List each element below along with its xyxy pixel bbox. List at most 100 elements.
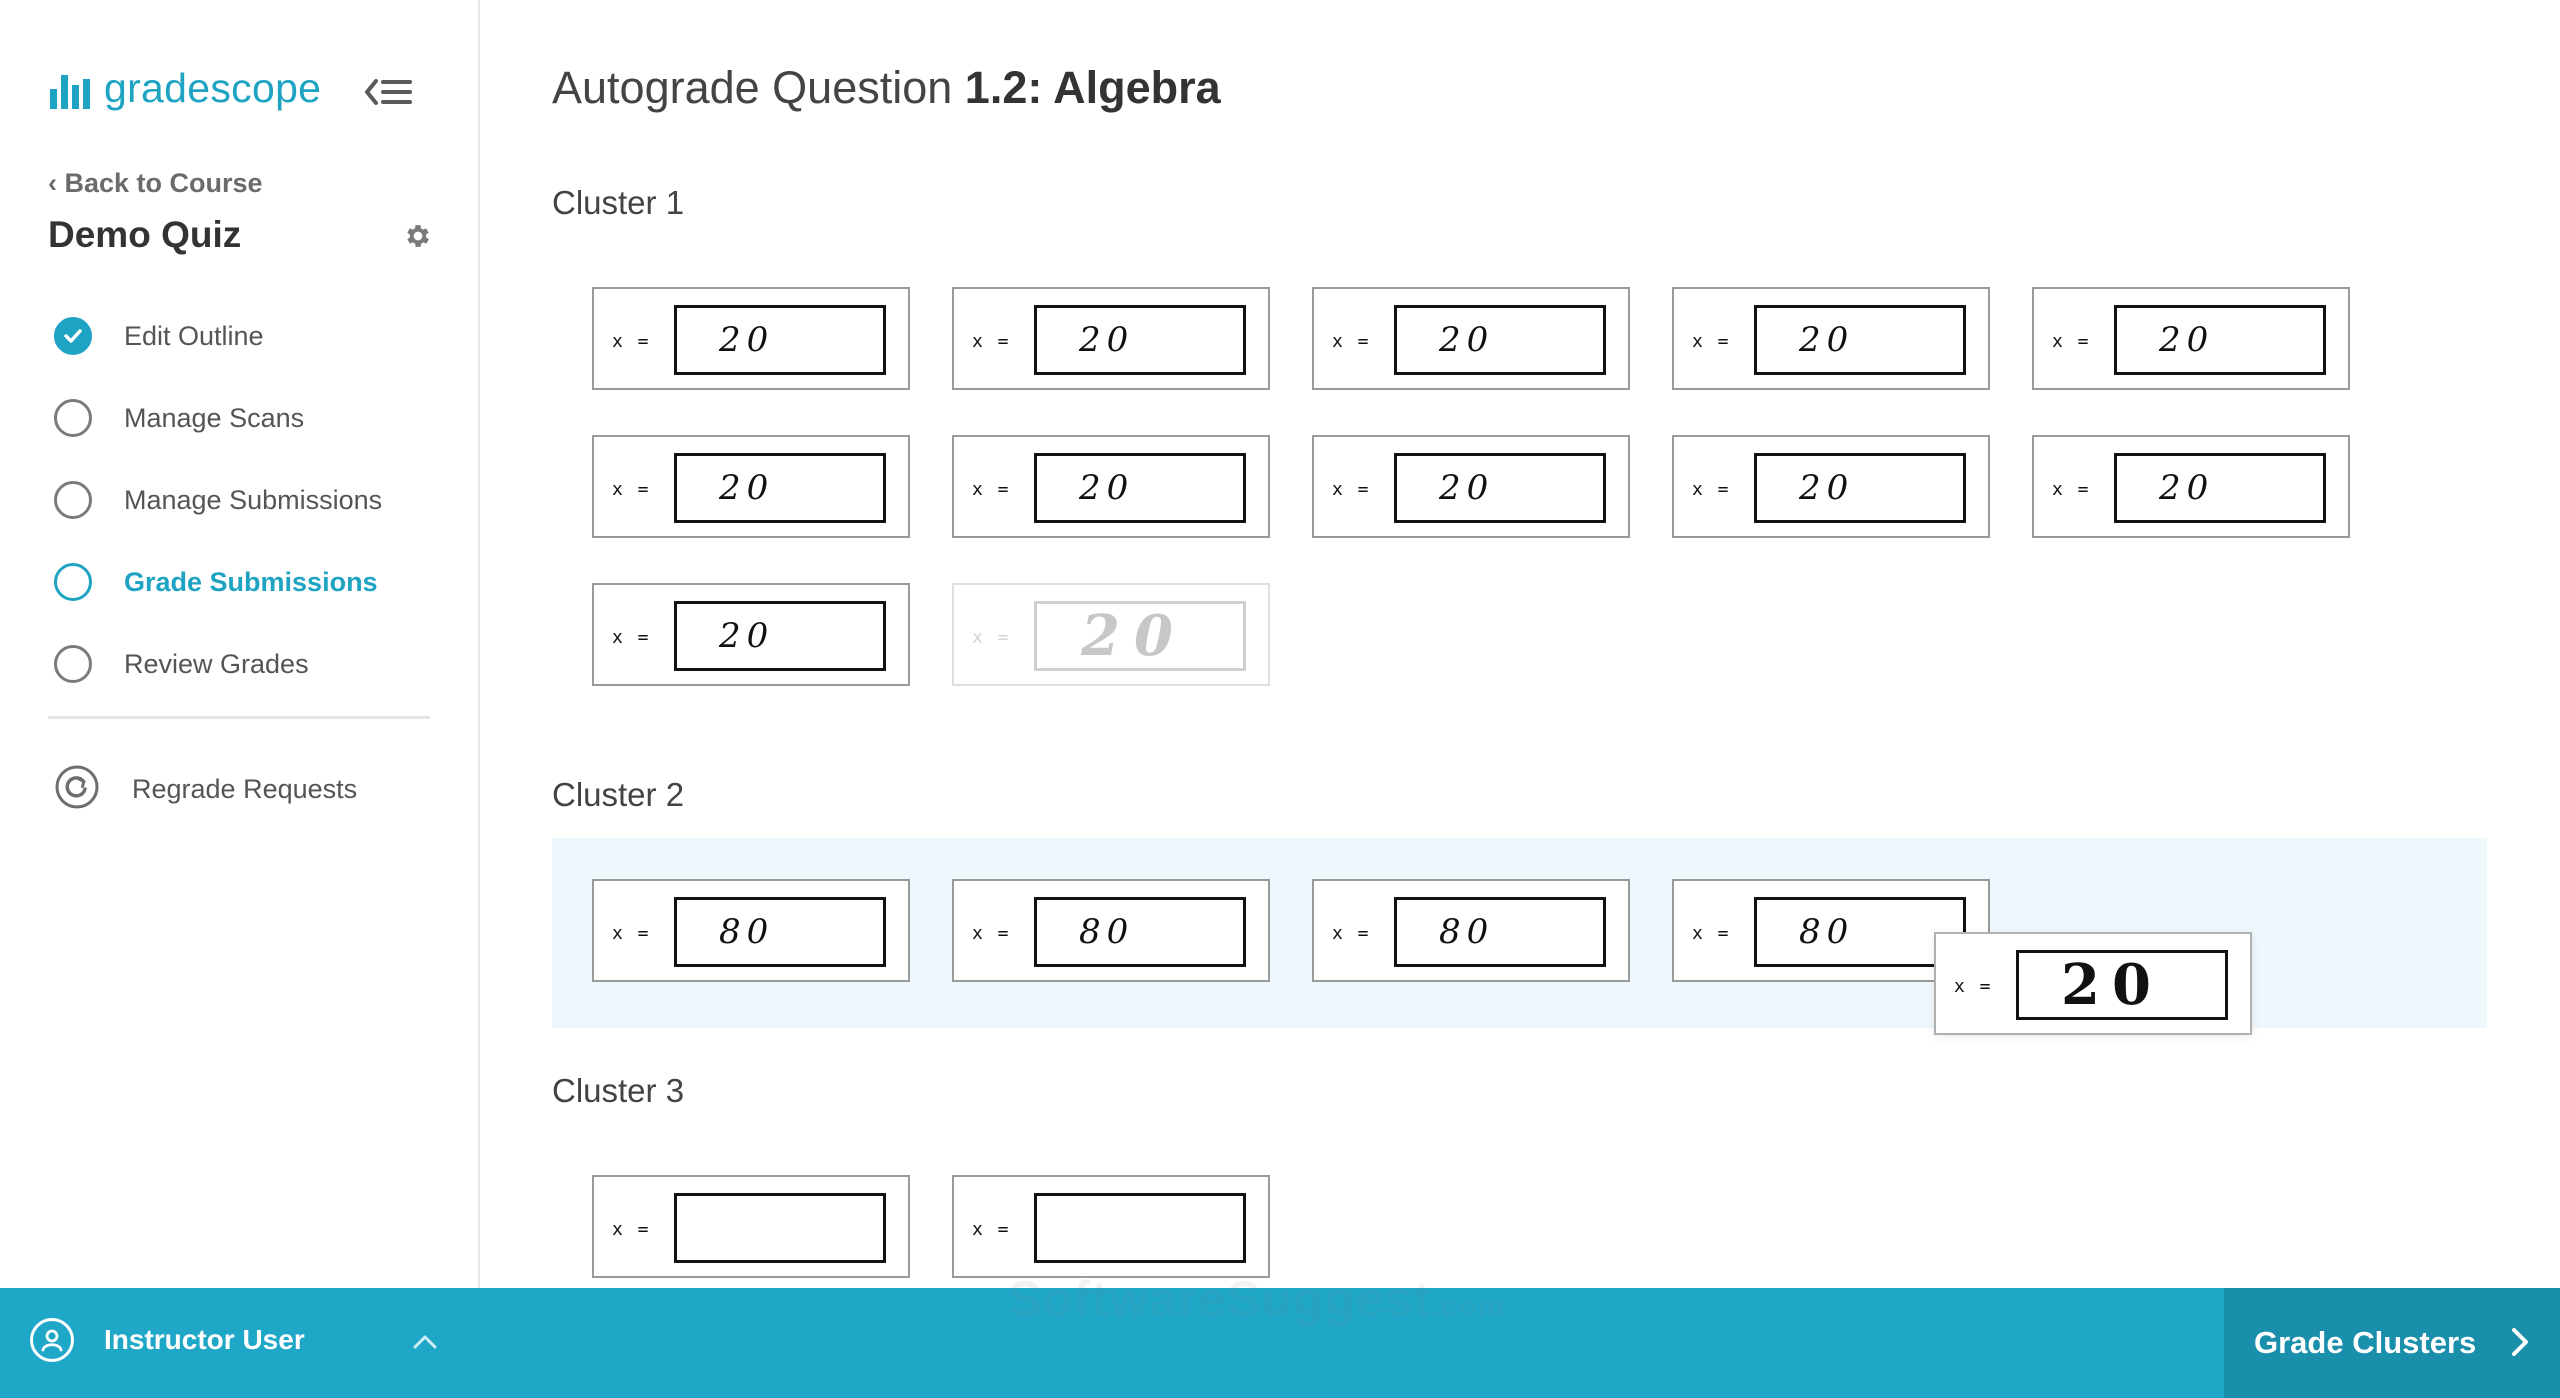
handwritten-answer: 20	[1079, 468, 1135, 508]
nav-divider	[48, 716, 430, 719]
answer-card[interactable]: x =	[592, 1175, 910, 1278]
answer-label: x =	[612, 1219, 651, 1240]
handwritten-answer: 20	[1439, 320, 1495, 360]
answer-box: 20	[674, 453, 886, 523]
handwritten-answer: 20	[719, 616, 775, 656]
handwritten-answer	[1037, 1196, 1243, 1260]
answer-label: x =	[1332, 479, 1371, 500]
step-circle-active-icon	[54, 563, 92, 601]
nav-item-grade-submissions[interactable]: Grade Submissions	[54, 541, 454, 623]
handwritten-answer: 20	[1439, 468, 1495, 508]
handwritten-answer: 20	[1799, 320, 1855, 360]
answer-box: 20	[1034, 453, 1246, 523]
page-title-question: 1.2: Algebra	[964, 62, 1221, 113]
user-name: Instructor User	[104, 1324, 305, 1355]
answer-label: x =	[612, 479, 651, 500]
cluster-title: Cluster 2	[552, 776, 685, 813]
nav-label: Grade Submissions	[124, 566, 378, 597]
nav-item-manage-scans[interactable]: Manage Scans	[54, 377, 454, 459]
course-settings-gear-icon[interactable]	[403, 221, 433, 256]
answer-box: 20	[1394, 305, 1606, 375]
answer-label: x =	[1954, 976, 1993, 997]
nav-item-regrade-requests[interactable]: Regrade Requests	[54, 764, 357, 815]
answer-box: 20	[1754, 453, 1966, 523]
answer-box: 20	[674, 305, 886, 375]
answer-card[interactable]: x =	[952, 1175, 1270, 1278]
answer-label: x =	[612, 923, 651, 944]
answer-label: x =	[2052, 331, 2091, 352]
answer-card[interactable]: x = 80	[952, 879, 1270, 982]
answer-card[interactable]: x = 20	[592, 435, 910, 538]
drag-placeholder-card: x = 20	[952, 583, 1270, 686]
back-to-course-link[interactable]: ‹ Back to Course	[48, 168, 263, 199]
handwritten-answer: 80	[1439, 912, 1495, 952]
page-title: Autograde Question 1.2: Algebra	[552, 62, 1221, 114]
answer-box: 80	[1034, 897, 1246, 967]
answer-box: 20	[1754, 305, 1966, 375]
answer-label: x =	[1692, 331, 1731, 352]
answer-card[interactable]: x = 20	[1672, 287, 1990, 390]
answer-box: 20	[1034, 601, 1246, 671]
regrade-requests-label: Regrade Requests	[132, 774, 358, 804]
gradescope-logo[interactable]: gradescope	[50, 68, 321, 109]
answer-label: x =	[972, 627, 1011, 648]
user-menu[interactable]: Instructor User	[30, 1318, 305, 1362]
collapse-sidebar-icon[interactable]	[364, 74, 414, 115]
nav-label: Manage Submissions	[124, 484, 383, 515]
completed-check-icon	[54, 317, 92, 355]
nav-item-edit-outline[interactable]: Edit Outline	[54, 295, 454, 377]
answer-card[interactable]: x = 20	[592, 287, 910, 390]
answer-card[interactable]: x = 80	[592, 879, 910, 982]
answer-label: x =	[1332, 331, 1371, 352]
answer-label: x =	[1692, 923, 1731, 944]
page-title-prefix: Autograde Question	[552, 62, 953, 113]
answer-card[interactable]: x = 20	[2032, 435, 2350, 538]
answer-box: 20	[2016, 950, 2228, 1020]
answer-card[interactable]: x = 20	[952, 435, 1270, 538]
answer-card[interactable]: x = 20	[1672, 435, 1990, 538]
course-title: Demo Quiz	[48, 214, 242, 255]
nav-item-review-grades[interactable]: Review Grades	[54, 623, 454, 705]
handwritten-answer: 80	[719, 912, 775, 952]
answer-box: 20	[1394, 453, 1606, 523]
watermark: SoftwareSuggest.com	[1008, 1270, 1505, 1328]
step-circle-icon	[54, 645, 92, 683]
grade-clusters-button[interactable]: Grade Clusters	[2224, 1288, 2560, 1398]
chevron-up-icon[interactable]	[412, 1334, 438, 1355]
handwritten-answer	[677, 1196, 883, 1260]
answer-card[interactable]: x = 20	[1312, 287, 1630, 390]
answer-card[interactable]: x = 20	[592, 583, 910, 686]
back-to-course-label: Back to Course	[64, 168, 263, 198]
handwritten-answer: 20	[1081, 603, 1187, 669]
handwritten-answer: 80	[1079, 912, 1135, 952]
handwritten-answer: 20	[1079, 320, 1135, 360]
answer-card[interactable]: x = 20	[1312, 435, 1630, 538]
regrade-icon	[54, 764, 100, 815]
answer-box: 80	[674, 897, 886, 967]
chevron-right-icon	[2510, 1326, 2530, 1363]
logo-bars-icon	[50, 73, 90, 109]
nav-label: Review Grades	[124, 648, 309, 679]
answer-box	[674, 1193, 886, 1263]
nav-label: Manage Scans	[124, 402, 305, 433]
watermark-text: SoftwareSuggest	[1008, 1271, 1432, 1327]
user-avatar-icon	[30, 1318, 74, 1362]
answer-card[interactable]: x = 80	[1312, 879, 1630, 982]
answer-label: x =	[1692, 479, 1731, 500]
dragged-answer-card[interactable]: x = 20	[1934, 932, 2252, 1035]
answer-card[interactable]: x = 20	[2032, 287, 2350, 390]
answer-label: x =	[612, 331, 651, 352]
handwritten-answer: 20	[719, 320, 775, 360]
answer-card[interactable]: x = 20	[952, 287, 1270, 390]
step-circle-icon	[54, 399, 92, 437]
cluster-title: Cluster 3	[552, 1072, 685, 1109]
nav-item-manage-submissions[interactable]: Manage Submissions	[54, 459, 454, 541]
handwritten-answer: 20	[2061, 952, 2163, 1018]
answer-box: 20	[1034, 305, 1246, 375]
course-nav: Edit Outline Manage Scans Manage Submiss…	[54, 295, 454, 705]
logo-text: gradescope	[104, 65, 322, 111]
answer-label: x =	[972, 1219, 1011, 1240]
handwritten-answer: 20	[719, 468, 775, 508]
answer-box: 80	[1394, 897, 1606, 967]
answer-label: x =	[972, 923, 1011, 944]
